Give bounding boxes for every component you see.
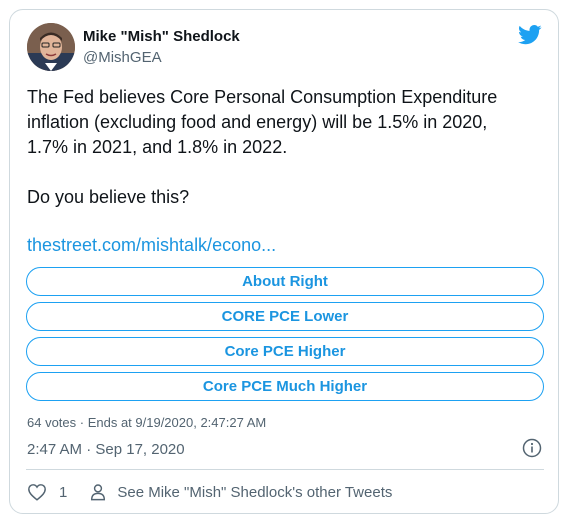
author-handle[interactable]: @MishGEA: [83, 49, 162, 66]
tweet-text-line: 1.7% in 2021, and 1.8% in 2022.: [27, 137, 288, 157]
poll-option-core-pce-lower[interactable]: CORE PCE Lower: [26, 302, 544, 331]
tweet-text-line: inflation (excluding food and energy) wi…: [27, 112, 488, 132]
twitter-bird-icon[interactable]: [518, 25, 542, 45]
tweet-link[interactable]: thestreet.com/mishtalk/econo...: [27, 235, 276, 256]
avatar-image: [27, 23, 75, 71]
tweet-text: The Fed believes Core Personal Consumpti…: [27, 85, 547, 210]
poll-option-core-pce-much-higher[interactable]: Core PCE Much Higher: [26, 372, 544, 401]
poll: About Right CORE PCE Lower Core PCE High…: [26, 267, 544, 407]
tweet-card: Mike "Mish" Shedlock @MishGEA The Fed be…: [9, 9, 559, 514]
person-icon: [91, 484, 106, 501]
info-icon[interactable]: [522, 438, 542, 458]
divider: [26, 469, 544, 470]
see-other-tweets-link[interactable]: See Mike "Mish" Shedlock's other Tweets: [89, 483, 392, 501]
like-button[interactable]: 1: [27, 483, 89, 501]
avatar[interactable]: [27, 23, 75, 71]
tweet-actions: 1 See Mike "Mish" Shedlock's other Tweet…: [27, 481, 392, 503]
author-name[interactable]: Mike "Mish" Shedlock: [83, 28, 240, 45]
heart-icon: [28, 484, 46, 501]
see-other-tweets-label: See Mike "Mish" Shedlock's other Tweets: [117, 483, 393, 501]
tweet-question: Do you believe this?: [27, 187, 190, 207]
like-count: 1: [59, 483, 68, 501]
poll-status: 64 votes · Ends at 9/19/2020, 2:47:27 AM: [27, 415, 267, 430]
tweet-timestamp[interactable]: 2:47 AM · Sep 17, 2020: [27, 441, 185, 458]
poll-option-about-right[interactable]: About Right: [26, 267, 544, 296]
tweet-text-line: The Fed believes Core Personal Consumpti…: [27, 87, 498, 107]
poll-option-core-pce-higher[interactable]: Core PCE Higher: [26, 337, 544, 366]
